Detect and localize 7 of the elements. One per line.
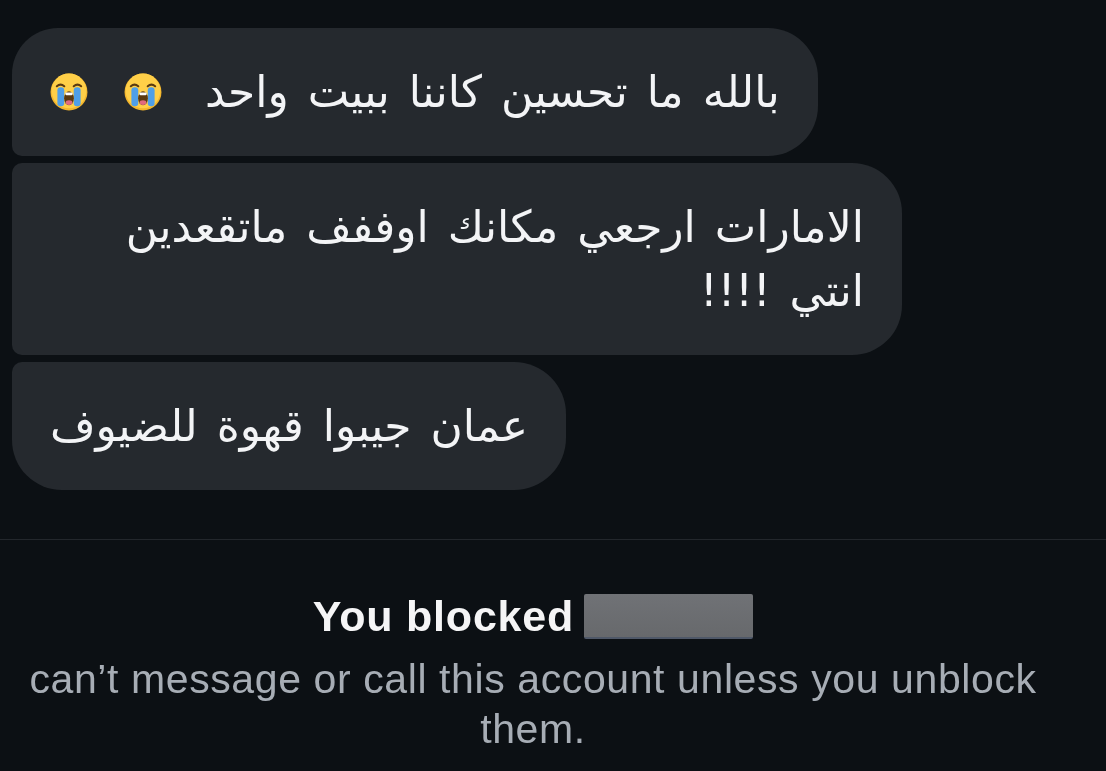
crying-face-icon: [124, 73, 162, 111]
crying-face-icon: [50, 73, 88, 111]
blocked-title: You blocked: [312, 591, 575, 642]
blocked-message: can’t message or call this account unless you unblock them.: [28, 655, 1038, 754]
message-text: الامارات ارجعي مكانك اوففف ماتقعدين انتي !!!!: [124, 200, 864, 319]
message-text: عمان جيبوا قهوة للضيوف: [50, 399, 528, 454]
message-text: بالله ما تحسين كاننا ببيت واحد: [205, 65, 780, 120]
